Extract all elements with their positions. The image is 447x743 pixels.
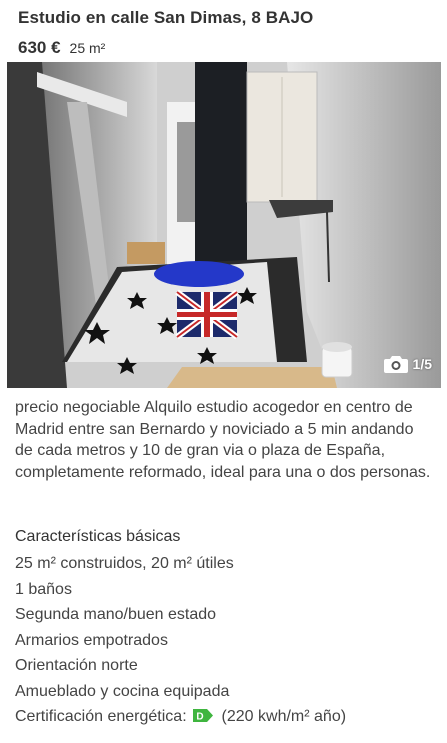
energy-certificate: Certificación energética: D (220 kwh/m² … bbox=[15, 704, 435, 730]
room-photo-illustration bbox=[7, 62, 441, 388]
features-section: Características básicas 25 m² construido… bbox=[15, 526, 435, 730]
feature-item: Segunda mano/buen estado bbox=[15, 606, 217, 623]
photo-counter[interactable]: 1/5 bbox=[383, 355, 432, 373]
feature-item: 1 baños bbox=[15, 580, 72, 598]
feature-item: Amueblado y cocina equipada bbox=[15, 682, 230, 700]
listing-size: 25 m² bbox=[69, 40, 106, 56]
listing-meta: 630 € 25 m² bbox=[18, 38, 435, 58]
feature-item: Armarios empotrados bbox=[15, 631, 168, 649]
energy-label: Certificación energética: bbox=[15, 708, 187, 725]
features-list: 25 m² construidos, 20 m² útiles 1 baños … bbox=[15, 551, 435, 730]
photo-counter-label: 1/5 bbox=[412, 356, 432, 372]
energy-rating-letter: D bbox=[196, 712, 203, 723]
listing-price: 630 € bbox=[18, 38, 61, 57]
listing-title: Estudio en calle San Dimas, 8 BAJO bbox=[18, 8, 314, 27]
feature-item: Orientación norte bbox=[15, 657, 138, 674]
camera-icon bbox=[383, 356, 408, 373]
energy-value: (220 kwh/m² año) bbox=[221, 708, 347, 725]
feature-item: 25 m² construidos, 20 m² útiles bbox=[15, 555, 234, 572]
listing-header: Estudio en calle San Dimas, 8 BAJO 630 €… bbox=[0, 0, 447, 58]
energy-rating-badge-icon: D bbox=[193, 709, 214, 723]
features-heading: Características básicas bbox=[15, 528, 181, 545]
listing-description: precio negociable Alquilo estudio acoged… bbox=[15, 399, 431, 481]
listing-photo[interactable]: 1/5 bbox=[7, 62, 441, 388]
